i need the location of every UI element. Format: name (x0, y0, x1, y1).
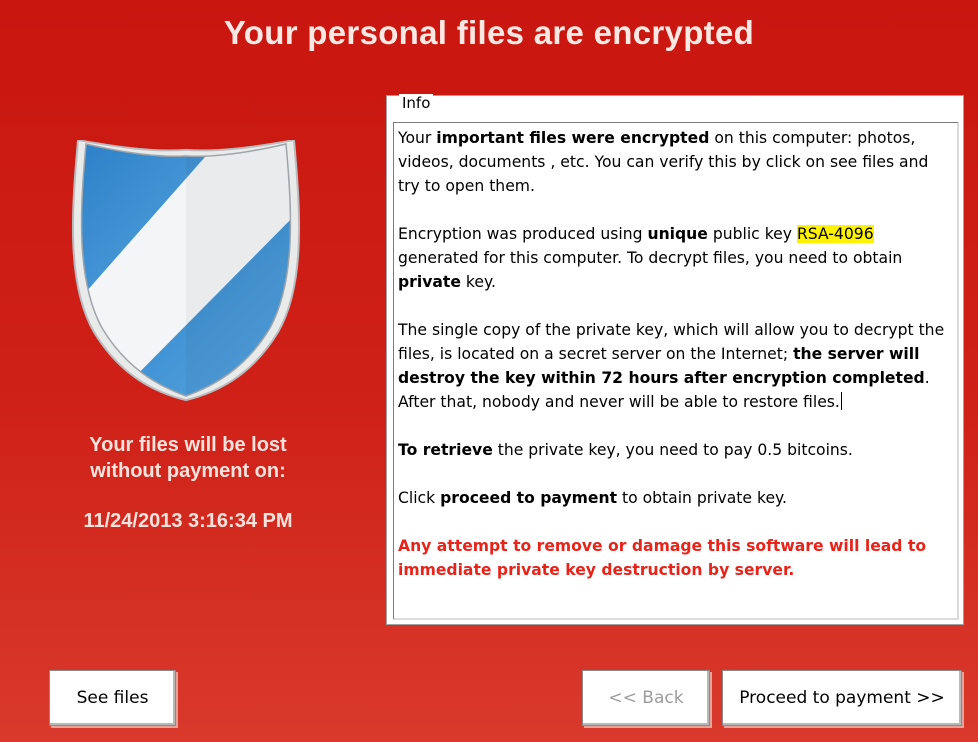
back-button[interactable]: << Back (582, 670, 710, 726)
info-legend: Info (399, 94, 434, 112)
info-groupbox: Info Your important files were encrypted… (386, 94, 964, 625)
info-paragraph-1: Your important files were encrypted on t… (398, 129, 929, 195)
payment-warning-label: Your files will be lost without payment … (40, 432, 336, 484)
destruction-warning: Any attempt to remove or damage this sof… (398, 537, 927, 579)
proceed-to-payment-button[interactable]: Proceed to payment >> (722, 670, 962, 726)
info-paragraph-3: The single copy of the private key, whic… (398, 321, 945, 411)
lost-line-2: without payment on: (90, 460, 286, 482)
rsa-highlight: RSA-4096 (796, 225, 874, 243)
text-caret (840, 392, 842, 410)
info-paragraph-4: To retrieve the private key, you need to… (398, 441, 853, 459)
info-paragraph-5: Click proceed to payment to obtain priva… (398, 489, 788, 507)
lost-line-1: Your files will be lost (89, 434, 287, 456)
shield-icon (71, 140, 301, 402)
info-textarea[interactable]: Your important files were encrypted on t… (393, 122, 959, 620)
deadline-timestamp: 11/24/2013 3:16:34 PM (83, 510, 293, 532)
see-files-button[interactable]: See files (49, 670, 176, 726)
window-title: Your personal files are encrypted (223, 14, 755, 51)
info-paragraph-2: Encryption was produced using unique pub… (398, 225, 903, 291)
